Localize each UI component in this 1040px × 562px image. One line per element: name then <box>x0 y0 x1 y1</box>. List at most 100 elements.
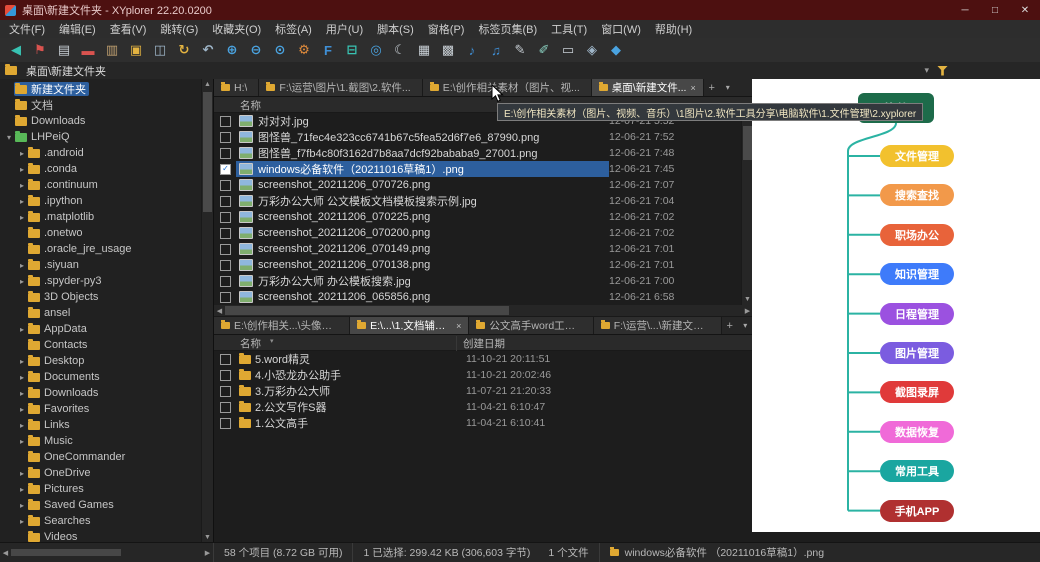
column-created-date[interactable]: 创建日期 <box>456 336 505 351</box>
tree-item[interactable]: .oracle_jre_usage <box>0 241 202 257</box>
pane1-horizontal-scrollbar[interactable]: ◀ ▶ <box>214 305 753 317</box>
tree-horizontal-scrollbar[interactable]: ◀ ▶ <box>0 543 214 562</box>
tab-close-icon[interactable]: × <box>690 83 695 93</box>
search-icon[interactable]: ◎ <box>364 40 388 60</box>
tree-item[interactable]: 3D Objects <box>0 289 202 305</box>
tree-item[interactable]: ▸ Documents <box>0 369 202 385</box>
tree-item[interactable]: ▸ .siyuan <box>0 257 202 273</box>
back-icon[interactable]: ◀ <box>4 40 28 60</box>
tree-item[interactable]: ▸ .spyder-py3 <box>0 273 202 289</box>
checkbox[interactable] <box>220 354 231 365</box>
expand-toggle-icon[interactable]: ▸ <box>17 197 27 206</box>
checkbox[interactable] <box>220 386 231 397</box>
expand-toggle-icon[interactable]: ▸ <box>17 389 27 398</box>
menu-item[interactable]: 标签(A) <box>268 21 319 37</box>
expand-toggle-icon[interactable]: ▸ <box>17 485 27 494</box>
tree-item[interactable]: ansel <box>0 305 202 321</box>
pane1-tab[interactable]: F:\运营\图片\1.截图\2.软件... <box>259 79 422 96</box>
menu-item[interactable]: 文件(F) <box>2 21 52 37</box>
checkbox[interactable] <box>220 180 231 191</box>
new-tab-button[interactable]: + <box>704 79 720 96</box>
undo-icon[interactable]: ↶ <box>196 40 220 60</box>
file-row[interactable]: 图怪兽_71fec4e323cc6741b67c5fea52d6f7e6_879… <box>214 129 742 145</box>
menu-item[interactable]: 用户(U) <box>319 21 370 37</box>
new-folder-icon[interactable]: ▣ <box>124 40 148 60</box>
folder-row[interactable]: 5.word精灵 11-10-21 20:11:51 <box>214 351 742 367</box>
tree-item[interactable]: Downloads <box>0 113 202 129</box>
tab-list-dropdown-icon[interactable]: ▾ <box>720 79 736 96</box>
tree-item[interactable]: ▸ .conda <box>0 161 202 177</box>
menu-item[interactable]: 脚本(S) <box>370 21 421 37</box>
pane1-tab[interactable]: 桌面\新建文件... × <box>592 79 704 96</box>
checkbox[interactable] <box>220 260 231 271</box>
checkbox[interactable] <box>220 418 231 429</box>
menu-item[interactable]: 收藏夹(O) <box>205 21 268 37</box>
audio-icon[interactable]: ♪ <box>460 40 484 60</box>
scroll-thumb[interactable] <box>743 126 752 160</box>
expand-toggle-icon[interactable]: ▸ <box>17 373 27 382</box>
paste-icon[interactable]: ▥ <box>100 40 124 60</box>
tree-item[interactable]: Videos <box>0 529 202 543</box>
zoom-out-icon[interactable]: ⊖ <box>244 40 268 60</box>
address-dropdown-icon[interactable]: ▾ <box>924 65 929 76</box>
settings-icon[interactable]: ⚙ <box>292 40 316 60</box>
menu-item[interactable]: 跳转(G) <box>153 21 205 37</box>
zoom-reset-icon[interactable]: ⊙ <box>268 40 292 60</box>
tree-item[interactable]: 新建文件夹 <box>0 81 202 97</box>
checkbox[interactable] <box>220 370 231 381</box>
scroll-thumb[interactable] <box>203 92 212 212</box>
tab-close-icon[interactable]: × <box>456 321 461 331</box>
tree-vertical-scrollbar[interactable]: ▲ ▼ <box>201 79 213 543</box>
checkbox[interactable] <box>220 292 231 303</box>
expand-toggle-icon[interactable]: ▸ <box>17 421 27 430</box>
menu-item[interactable]: 帮助(H) <box>648 21 699 37</box>
expand-toggle-icon[interactable]: ▸ <box>17 165 27 174</box>
minimize-button[interactable]: ─ <box>950 0 980 20</box>
tree-item[interactable]: ▸ .continuum <box>0 177 202 193</box>
font-icon[interactable]: F <box>316 40 340 60</box>
favorite-tag-icon[interactable]: ⚑ <box>28 40 52 60</box>
expand-toggle-icon[interactable]: ▸ <box>17 405 27 414</box>
file-row[interactable]: 万彩办公大师 办公模板搜索.jpg 12-06-21 7:00 <box>214 273 742 289</box>
brush-icon[interactable]: ✐ <box>532 40 556 60</box>
file-row[interactable]: screenshot_20211206_070200.png 12-06-21 … <box>214 225 742 241</box>
folder-row[interactable]: 2.公文写作S器 11-04-21 6:10:47 <box>214 399 742 415</box>
expand-toggle-icon[interactable]: ▸ <box>17 261 27 270</box>
checkbox[interactable] <box>220 148 231 159</box>
expand-toggle-icon[interactable]: ▸ <box>17 149 27 158</box>
tree-item[interactable]: Contacts <box>0 337 202 353</box>
filter-icon[interactable] <box>937 66 948 76</box>
expand-toggle-icon[interactable]: ▸ <box>17 277 27 286</box>
panel-icon[interactable]: ▭ <box>556 40 580 60</box>
expand-toggle-icon[interactable]: ▸ <box>17 501 27 510</box>
column-name[interactable]: 名称 <box>240 336 261 351</box>
menu-item[interactable]: 查看(V) <box>103 21 154 37</box>
tree-item[interactable]: ▸ Saved Games <box>0 497 202 513</box>
tree-item[interactable]: ▸ Favorites <box>0 401 202 417</box>
zoom-in-icon[interactable]: ⊕ <box>220 40 244 60</box>
checkbox[interactable] <box>220 196 231 207</box>
close-button[interactable]: ✕ <box>1010 0 1040 20</box>
pane2-tab[interactable]: 公文高手word工具栏 <box>469 317 593 334</box>
file-row[interactable]: screenshot_20211206_070726.png 12-06-21 … <box>214 177 742 193</box>
audio2-icon[interactable]: ♫ <box>484 40 508 60</box>
folder-row[interactable]: 3.万彩办公大师 11-07-21 21:20:33 <box>214 383 742 399</box>
tree-item[interactable]: ▸ Links <box>0 417 202 433</box>
tree-item[interactable]: ▾ LHPeiQ <box>0 129 202 145</box>
scroll-up-icon[interactable]: ▲ <box>202 79 213 90</box>
tree-item[interactable]: ▸ Desktop <box>0 353 202 369</box>
scroll-thumb[interactable] <box>225 306 509 315</box>
scroll-left-icon[interactable]: ◀ <box>214 307 225 315</box>
pane1-tab[interactable]: H:\ <box>214 79 259 96</box>
expand-toggle-icon[interactable]: ▸ <box>17 325 27 334</box>
tree-item[interactable]: ▸ .android <box>0 145 202 161</box>
file-row[interactable]: 图怪兽_f7fb4c80f3162d7b8aa7dcf92bababa9_270… <box>214 145 742 161</box>
eraser-icon[interactable]: ◈ <box>580 40 604 60</box>
tools-icon[interactable]: ◆ <box>604 40 628 60</box>
checkbox[interactable] <box>220 276 231 287</box>
menu-item[interactable]: 窗格(P) <box>421 21 472 37</box>
scroll-left-icon[interactable]: ◀ <box>0 549 11 557</box>
expand-toggle-icon[interactable]: ▸ <box>17 181 27 190</box>
file-row[interactable]: screenshot_20211206_070149.png 12-06-21 … <box>214 241 742 257</box>
tree-toggle-icon[interactable]: ⊟ <box>340 40 364 60</box>
